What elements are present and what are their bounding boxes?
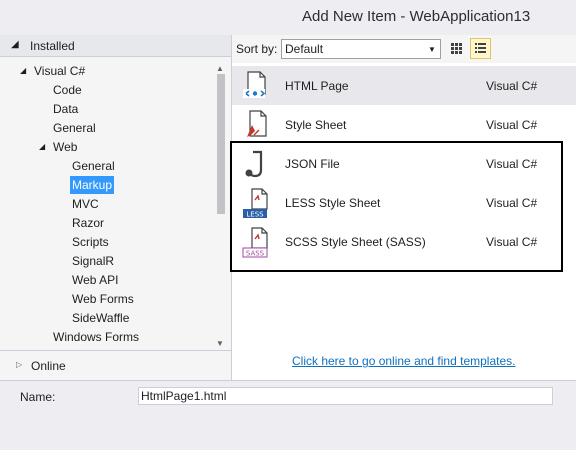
scroll-down-icon[interactable]: ▼ [216, 339, 224, 348]
name-label: Name: [20, 390, 56, 404]
template-type: Visual C# [486, 157, 538, 171]
sort-dropdown[interactable]: Default ▼ [281, 39, 441, 59]
online-label: Online [31, 359, 66, 373]
tree-item-scripts[interactable]: Scripts [70, 233, 111, 251]
expand-toggle-icon[interactable]: ◢ [20, 62, 26, 80]
template-name: HTML Page [285, 79, 349, 93]
json-file-icon [242, 148, 270, 180]
tree-item-web-forms[interactable]: Web Forms [70, 290, 136, 308]
online-header[interactable]: ▷ Online [0, 350, 232, 380]
sort-label: Sort by: [236, 42, 278, 56]
template-type: Visual C# [486, 118, 538, 132]
template-name: JSON File [285, 157, 340, 171]
scroll-up-icon[interactable]: ▲ [216, 64, 224, 73]
installed-label: Installed [30, 39, 75, 53]
svg-text:SASS: SASS [246, 250, 265, 258]
list-view-icon [475, 43, 486, 53]
expanded-triangle-icon: ◢ [11, 39, 19, 50]
template-item-scss-style-sheet[interactable]: SASS SCSS Style Sheet (SASS) Visual C# [232, 222, 576, 261]
template-name: LESS Style Sheet [285, 196, 381, 210]
template-name: Style Sheet [285, 118, 347, 132]
dialog-title: Add New Item - WebApplication13 [302, 8, 531, 25]
tree-item-signalr[interactable]: SignalR [70, 252, 116, 270]
tree-scrollbar[interactable]: ▲ ▼ [212, 62, 230, 350]
template-item-less-style-sheet[interactable]: LESS LESS Style Sheet Visual C# [232, 183, 576, 222]
dropdown-arrow-icon: ▼ [428, 45, 436, 54]
template-name: SCSS Style Sheet (SASS) [285, 235, 426, 249]
svg-text:LESS: LESS [246, 211, 264, 219]
tree-item-windows-forms[interactable]: Windows Forms [51, 328, 141, 346]
collapsed-triangle-icon: ▷ [16, 360, 23, 369]
tree-item-web[interactable]: Web [51, 138, 79, 156]
less-file-icon: LESS [242, 187, 270, 219]
html-page-icon [242, 70, 270, 102]
template-type: Visual C# [486, 235, 538, 249]
template-item-html-page[interactable]: HTML Page Visual C# [232, 66, 576, 105]
tree-item-mvc[interactable]: MVC [70, 195, 101, 213]
scss-file-icon: SASS [242, 226, 270, 258]
tree-item-general[interactable]: General [51, 119, 98, 137]
sort-toolbar: Sort by: Default ▼ [232, 35, 576, 63]
tree-item-razor[interactable]: Razor [70, 214, 106, 232]
tree-item-visual-csharp[interactable]: Visual C# [32, 62, 87, 80]
category-tree: ◢ Visual C# Code Data General ◢ Web General Mark… [0, 62, 212, 350]
list-view-button[interactable] [470, 38, 491, 59]
grid-view-button[interactable] [446, 38, 467, 59]
online-templates-link[interactable]: Click here to go online and find templat… [292, 354, 515, 368]
sort-value: Default [285, 42, 324, 56]
tree-item-data[interactable]: Data [51, 100, 80, 118]
template-item-json-file[interactable]: JSON File Visual C# [232, 144, 576, 183]
tree-item-web-api[interactable]: Web API [70, 271, 120, 289]
expand-toggle-icon[interactable]: ◢ [39, 138, 45, 156]
tree-item-code[interactable]: Code [51, 81, 84, 99]
title-bar: Add New Item - WebApplication13 [0, 0, 576, 35]
name-input[interactable] [138, 387, 553, 405]
template-type: Visual C# [486, 79, 538, 93]
categories-panel: ◢ Installed ◢ Visual C# Code Data General ◢ We… [0, 35, 232, 350]
grid-view-icon [451, 43, 462, 54]
scrollbar-thumb[interactable] [217, 74, 225, 214]
style-sheet-icon [242, 109, 270, 141]
template-list: HTML Page Visual C# Style Sheet Visual C… [232, 63, 576, 350]
installed-header[interactable]: ◢ Installed [0, 35, 231, 57]
tree-item-web-general[interactable]: General [70, 157, 117, 175]
template-item-style-sheet[interactable]: Style Sheet Visual C# [232, 105, 576, 144]
tree-item-sidewaffle[interactable]: SideWaffle [70, 309, 131, 327]
name-bar: Name: [0, 380, 576, 450]
tree-item-markup[interactable]: Markup [70, 176, 115, 194]
template-type: Visual C# [486, 196, 538, 210]
